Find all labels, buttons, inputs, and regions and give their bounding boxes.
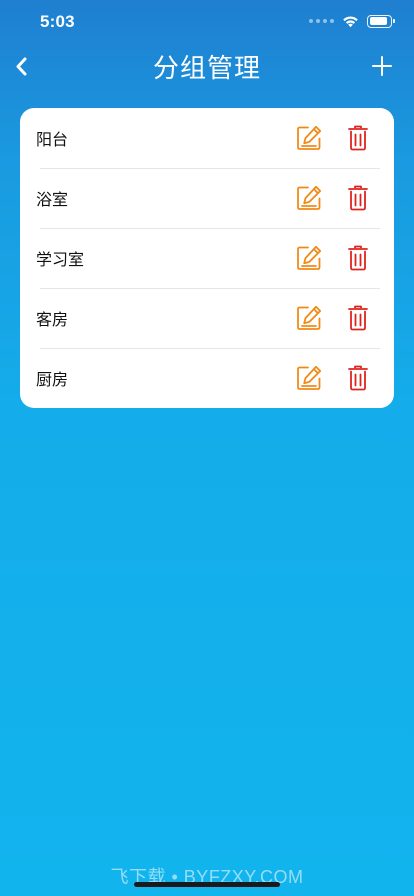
group-name: 客房 bbox=[36, 312, 69, 329]
edit-icon bbox=[297, 125, 322, 150]
group-list-card: 阳台 浴室 学习室 客房 厨房 bbox=[20, 108, 394, 408]
group-row: 学习室 bbox=[20, 228, 394, 288]
delete-group-button[interactable] bbox=[348, 245, 368, 271]
delete-group-button[interactable] bbox=[348, 305, 368, 331]
group-row: 客房 bbox=[20, 288, 394, 348]
trash-icon bbox=[348, 125, 368, 151]
group-row: 厨房 bbox=[20, 348, 394, 408]
battery-icon bbox=[367, 14, 395, 28]
group-name: 浴室 bbox=[36, 192, 69, 209]
edit-group-button[interactable] bbox=[295, 184, 323, 212]
add-group-button[interactable] bbox=[368, 52, 396, 80]
trash-icon bbox=[348, 185, 368, 211]
status-time: 5:03 bbox=[40, 12, 75, 31]
group-row: 阳台 bbox=[20, 108, 394, 168]
status-icons bbox=[309, 14, 395, 28]
edit-group-button[interactable] bbox=[295, 244, 323, 272]
edit-icon bbox=[297, 245, 322, 270]
page-title: 分组管理 bbox=[152, 53, 261, 83]
home-indicator[interactable] bbox=[134, 882, 280, 887]
edit-icon bbox=[297, 305, 322, 330]
trash-icon bbox=[348, 365, 368, 391]
edit-group-button[interactable] bbox=[295, 304, 323, 332]
wifi-icon bbox=[343, 15, 358, 27]
group-name: 厨房 bbox=[36, 372, 69, 389]
group-name: 阳台 bbox=[36, 132, 69, 149]
edit-icon bbox=[297, 185, 322, 210]
edit-group-button[interactable] bbox=[295, 124, 323, 152]
delete-group-button[interactable] bbox=[348, 185, 368, 211]
delete-group-button[interactable] bbox=[348, 365, 368, 391]
delete-group-button[interactable] bbox=[348, 125, 368, 151]
nav-bar: 分组管理 bbox=[0, 44, 414, 88]
edit-group-button[interactable] bbox=[295, 364, 323, 392]
group-row: 浴室 bbox=[20, 168, 394, 228]
trash-icon bbox=[348, 245, 368, 271]
plus-icon bbox=[372, 56, 392, 76]
trash-icon bbox=[348, 305, 368, 331]
group-name: 学习室 bbox=[36, 252, 85, 269]
edit-icon bbox=[297, 365, 322, 390]
cellular-signal-icon bbox=[309, 19, 334, 23]
status-bar: 5:03 bbox=[0, 0, 414, 44]
